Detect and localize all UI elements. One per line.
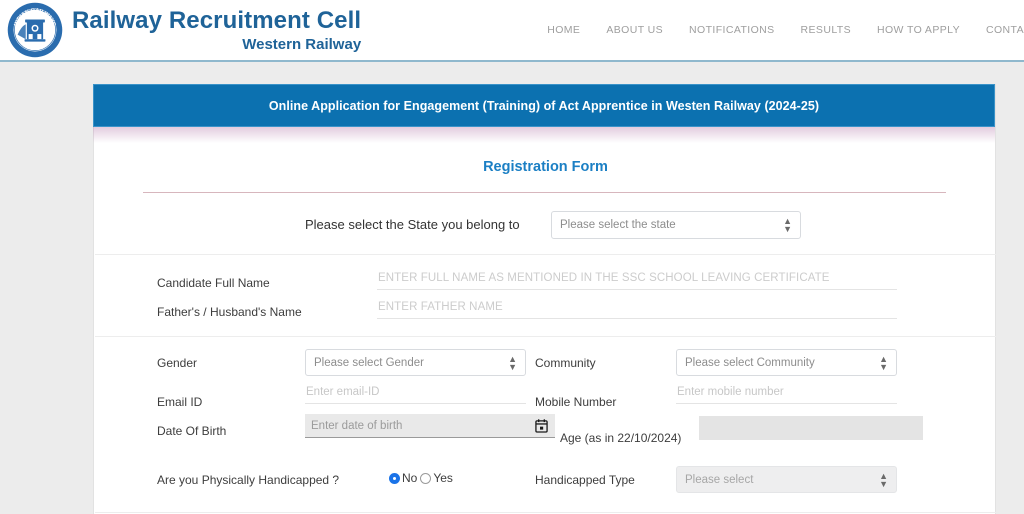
- handicapped-radio-group[interactable]: No Yes: [389, 471, 456, 485]
- title-divider: [143, 192, 946, 193]
- candidate-name-input[interactable]: [377, 270, 897, 290]
- page-body: Registration Form Please select the Stat…: [0, 62, 1024, 514]
- handicapped-type-label: Handicapped Type: [535, 473, 635, 487]
- section-divider-1: [95, 254, 996, 255]
- gender-select-value: Please select Gender: [314, 356, 424, 369]
- calendar-icon[interactable]: [535, 418, 549, 433]
- mobile-input[interactable]: [676, 384, 897, 404]
- community-select[interactable]: Please select Community ▲ ▼: [676, 349, 897, 376]
- handicapped-label: Are you Physically Handicapped ?: [157, 473, 340, 487]
- nav-item-about-us[interactable]: ABOUT US: [606, 24, 663, 36]
- state-select[interactable]: Please select the state ▲ ▼: [551, 211, 801, 239]
- state-label: Please select the State you belong to: [305, 217, 520, 232]
- father-name-label: Father's / Husband's Name: [157, 305, 302, 319]
- radio-yes-icon[interactable]: [420, 472, 432, 484]
- gender-label: Gender: [157, 356, 198, 370]
- section-divider-3: [95, 512, 996, 513]
- page-title: Registration Form: [483, 159, 608, 175]
- section-divider-2: [95, 336, 996, 337]
- handicapped-option-yes[interactable]: Yes: [420, 471, 453, 485]
- community-label: Community: [535, 356, 596, 370]
- handicapped-option-no[interactable]: No: [389, 471, 417, 485]
- dob-label: Date Of Birth: [157, 424, 227, 438]
- state-select-value: Please select the state: [560, 219, 676, 231]
- brand-text: Railway Recruitment Cell Western Railway: [72, 6, 362, 53]
- brand-subtitle: Western Railway: [242, 35, 362, 53]
- dob-input[interactable]: [305, 418, 535, 433]
- nav-item-notifications[interactable]: NOTIFICATIONS: [689, 24, 775, 36]
- chevron-updown-icon: ▲ ▼: [783, 216, 792, 234]
- radio-no-icon[interactable]: [389, 472, 400, 484]
- age-label: Age (as in 22/10/2024): [560, 431, 682, 445]
- chevron-updown-icon: ▲ ▼: [879, 353, 888, 372]
- main-navigation: HOME ABOUT US NOTIFICATIONS RESULTS HOW …: [547, 24, 1024, 36]
- application-banner-text: Online Application for Engagement (Train…: [268, 98, 820, 113]
- handicapped-type-select[interactable]: Please select ▲ ▼: [676, 466, 897, 493]
- mobile-label: Mobile Number: [535, 395, 617, 409]
- community-select-value: Please select Community: [685, 356, 815, 369]
- nav-item-results[interactable]: RESULTS: [801, 24, 851, 36]
- age-field: [699, 416, 923, 440]
- dob-field[interactable]: [305, 414, 555, 438]
- handicapped-option-no-label: No: [402, 471, 418, 485]
- email-input[interactable]: [305, 384, 526, 404]
- application-banner: Online Application for Engagement (Train…: [93, 84, 995, 127]
- brand-title: Railway Recruitment Cell: [72, 6, 362, 34]
- nav-item-contact[interactable]: CONTACT: [986, 24, 1024, 36]
- brand: INDIAN RAILWAYS Railway Recruitment Cell…: [0, 1, 361, 59]
- handicapped-option-yes-label: Yes: [433, 471, 453, 485]
- nav-item-how-to-apply[interactable]: HOW TO APPLY: [877, 24, 960, 36]
- email-label: Email ID: [157, 395, 203, 409]
- candidate-name-label: Candidate Full Name: [157, 276, 270, 290]
- site-header: INDIAN RAILWAYS Railway Recruitment Cell…: [0, 0, 1024, 62]
- gender-select[interactable]: Please select Gender ▲ ▼: [305, 349, 526, 376]
- chevron-updown-icon: ▲ ▼: [508, 353, 517, 372]
- handicapped-type-value: Please select: [685, 473, 754, 486]
- nav-item-home[interactable]: HOME: [547, 24, 580, 36]
- chevron-updown-icon: ▲ ▼: [879, 470, 888, 489]
- indian-railways-emblem-icon: INDIAN RAILWAYS: [6, 1, 64, 59]
- father-name-input[interactable]: [377, 299, 897, 319]
- registration-card: Registration Form Please select the Stat…: [93, 84, 996, 514]
